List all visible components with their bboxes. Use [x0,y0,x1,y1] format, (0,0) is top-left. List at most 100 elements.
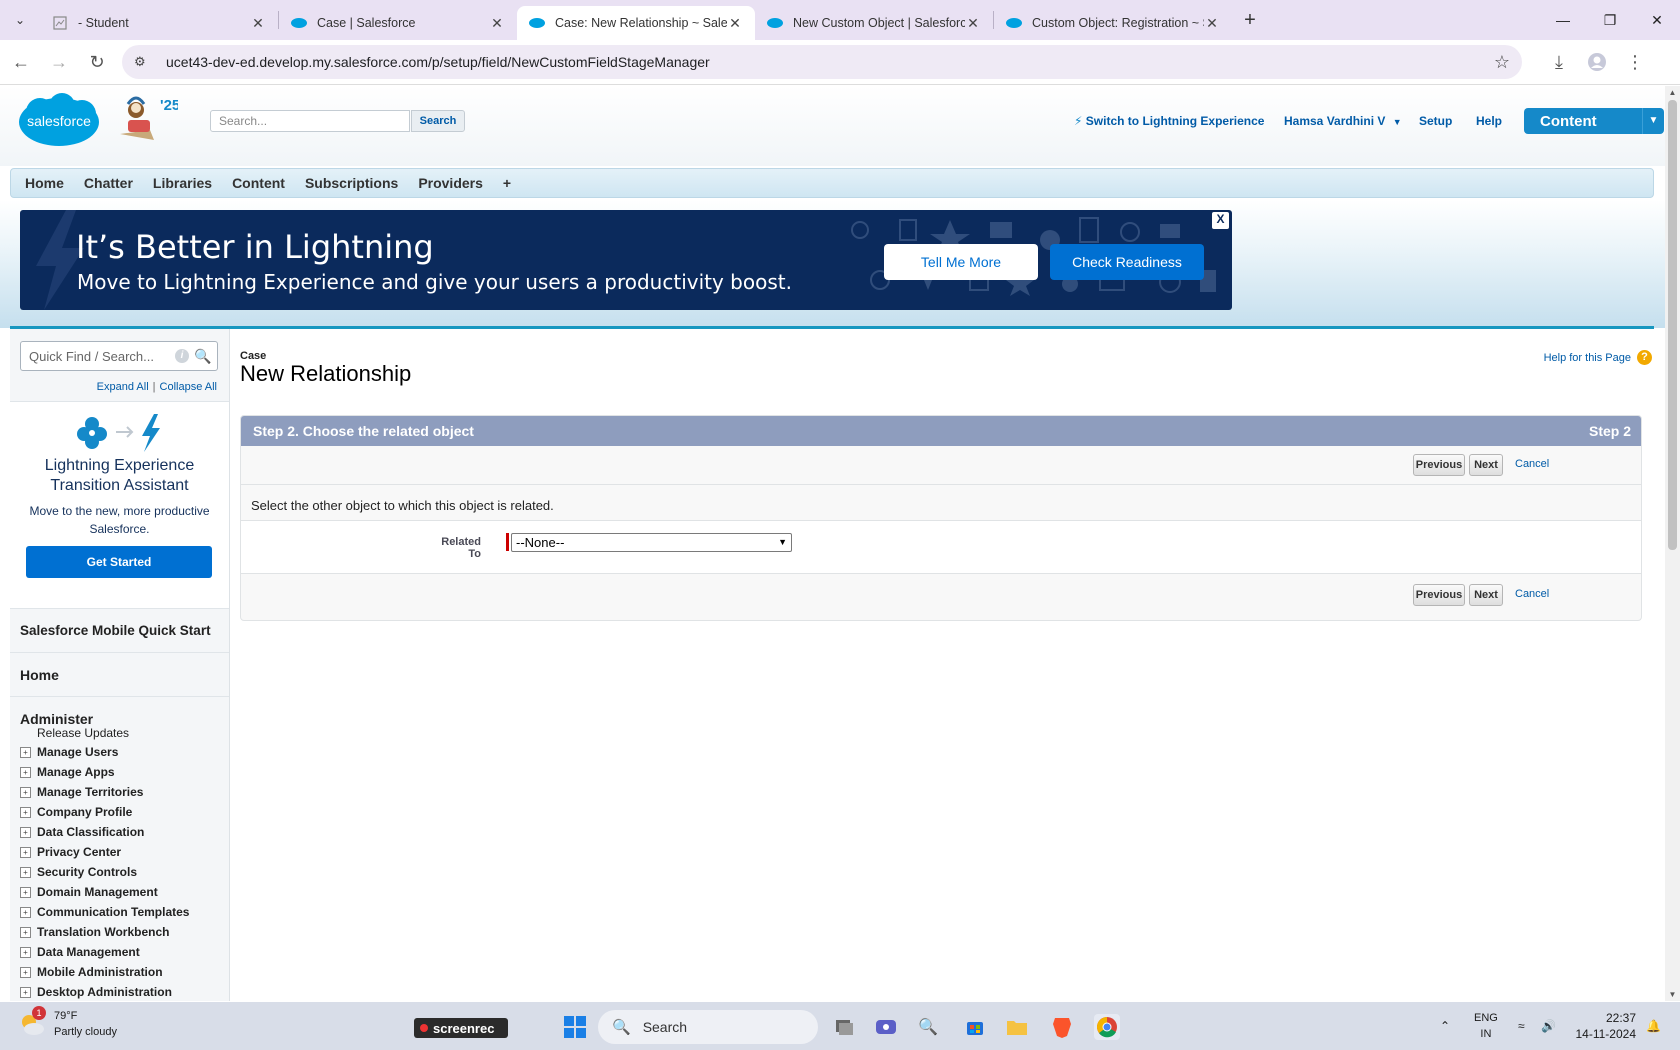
collapse-all-link[interactable]: Collapse All [160,381,217,393]
expand-plus-icon[interactable]: + [20,866,31,878]
sidebar-item-data-classification[interactable]: + Data Classification [20,825,144,839]
forward-icon[interactable]: → [42,45,76,79]
close-tab-icon[interactable]: ✕ [250,15,266,32]
download-icon[interactable]: ⤓ [1542,45,1576,79]
expand-plus-icon[interactable]: + [20,986,31,998]
search-icon[interactable]: 🔍 [189,348,217,365]
store-icon[interactable] [962,1014,988,1040]
profile-avatar-icon[interactable] [1580,45,1614,79]
mobile-quick-start-link[interactable]: Salesforce Mobile Quick Start [10,609,229,653]
get-started-button[interactable]: Get Started [26,546,212,578]
sidebar-item-desktop-administration[interactable]: + Desktop Administration [20,985,172,999]
expand-plus-icon[interactable]: + [20,926,31,938]
close-window-icon[interactable]: ✕ [1634,0,1680,40]
expand-plus-icon[interactable]: + [20,806,31,818]
tab-libraries[interactable]: Libraries [143,175,222,191]
browser-tab-case[interactable]: Case | Salesforce ✕ [279,6,517,40]
expand-plus-icon[interactable]: + [20,906,31,918]
new-tab-icon[interactable]: + [1232,9,1268,32]
previous-button-top[interactable]: Previous [1413,454,1465,476]
expand-plus-icon[interactable]: + [20,766,31,778]
expand-plus-icon[interactable]: + [20,826,31,838]
scroll-up-icon[interactable]: ▲ [1665,88,1680,97]
app-menu-button[interactable]: Content ▼ [1524,108,1664,134]
tab-home[interactable]: Home [11,175,74,191]
tell-me-more-button[interactable]: Tell Me More [884,244,1038,280]
expand-plus-icon[interactable]: + [20,966,31,978]
expand-plus-icon[interactable]: + [20,746,31,758]
quick-find-input[interactable]: Quick Find / Search... i 🔍 [20,341,218,371]
all-tabs-plus-icon[interactable]: + [493,175,521,191]
taskbar-search[interactable]: 🔍 Search [598,1010,818,1044]
expand-plus-icon[interactable]: + [20,846,31,858]
previous-button-bottom[interactable]: Previous [1413,584,1465,606]
next-button-bottom[interactable]: Next [1469,584,1503,606]
related-to-select[interactable]: --None-- ▼ [511,533,792,552]
volume-icon[interactable]: 🔊 [1541,1002,1556,1050]
system-clock[interactable]: 22:37 14-11-2024 [1572,1010,1637,1042]
show-hidden-icons[interactable]: ⌃ [1440,1002,1450,1050]
sidebar-home-link[interactable]: Home [10,653,229,697]
magnifier-tool-icon[interactable]: 🔍 [915,1014,941,1040]
sidebar-item-translation-workbench[interactable]: + Translation Workbench [20,925,169,939]
sidebar-item-privacy-center[interactable]: + Privacy Center [20,845,121,859]
global-search-input[interactable]: Search... [210,110,410,132]
global-search-button[interactable]: Search [411,110,465,132]
help-for-this-page-link[interactable]: Help for this Page ? [1544,350,1652,365]
browser-menu-icon[interactable]: ⋮ [1618,45,1652,79]
url-field[interactable]: ⚙ ucet43-dev-ed.develop.my.salesforce.co… [122,45,1522,79]
sidebar-item-company-profile[interactable]: + Company Profile [20,805,132,819]
language-indicator[interactable]: ENG IN [1474,1010,1498,1042]
scroll-down-icon[interactable]: ▼ [1665,990,1680,999]
info-icon[interactable]: i [175,349,189,363]
close-tab-icon[interactable]: ✕ [489,15,505,32]
check-readiness-button[interactable]: Check Readiness [1050,244,1204,280]
sidebar-item-manage-apps[interactable]: + Manage Apps [20,765,115,779]
sidebar-item-mobile-administration[interactable]: + Mobile Administration [20,965,163,979]
banner-close-icon[interactable]: X [1212,212,1229,229]
sidebar-item-manage-users[interactable]: + Manage Users [20,745,118,759]
browser-tab-student[interactable]: - Student ✕ [40,6,278,40]
back-icon[interactable]: ← [4,45,38,79]
restore-icon[interactable]: ❐ [1587,0,1633,40]
brave-browser-icon[interactable] [1049,1014,1075,1040]
expand-plus-icon[interactable]: + [20,946,31,958]
notification-bell-icon[interactable]: 🔔 [1646,1002,1661,1050]
tab-providers[interactable]: Providers [408,175,493,191]
reload-icon[interactable]: ↻ [80,45,114,79]
sidebar-item-communication-templates[interactable]: + Communication Templates [20,905,189,919]
cancel-link-bottom[interactable]: Cancel [1515,588,1549,600]
tab-chatter[interactable]: Chatter [74,175,143,191]
tab-subscriptions[interactable]: Subscriptions [295,175,408,191]
tab-search-dropdown-icon[interactable]: ⌄ [0,0,40,40]
close-tab-icon[interactable]: ✕ [727,15,743,32]
site-settings-icon[interactable]: ⚙ [134,54,154,70]
expand-plus-icon[interactable]: + [20,786,31,798]
bookmark-star-icon[interactable]: ☆ [1494,52,1510,73]
switch-lightning-link[interactable]: ⚡ Switch to Lightning Experience [1074,114,1264,128]
browser-tab-new-relationship[interactable]: Case: New Relationship ~ Salesf ✕ [517,6,755,40]
help-link[interactable]: Help [1476,114,1502,128]
scrollbar-thumb[interactable] [1668,100,1677,550]
release-updates-link[interactable]: Release Updates [37,726,129,740]
browser-tab-custom-object-registration[interactable]: Custom Object: Registration ~ S ✕ [994,6,1232,40]
close-tab-icon[interactable]: ✕ [1204,15,1220,32]
salesforce-logo[interactable]: salesforce [18,92,100,148]
browser-tab-new-custom-object[interactable]: New Custom Object | Salesforce ✕ [755,6,993,40]
tab-content[interactable]: Content [222,175,295,191]
file-explorer-icon[interactable] [1004,1014,1030,1040]
sidebar-item-data-management[interactable]: + Data Management [20,945,140,959]
task-view-icon[interactable] [831,1014,857,1040]
windows-start-icon[interactable] [562,1014,588,1040]
wifi-icon[interactable]: ≈ [1518,1002,1525,1050]
user-menu[interactable]: Hamsa Vardhini V ▼ [1284,114,1402,128]
sidebar-item-domain-management[interactable]: + Domain Management [20,885,158,899]
meet-video-icon[interactable] [873,1014,899,1040]
sidebar-item-manage-territories[interactable]: + Manage Territories [20,785,143,799]
cancel-link-top[interactable]: Cancel [1515,458,1549,470]
setup-link[interactable]: Setup [1419,114,1452,128]
screenrec-indicator[interactable]: screenrec [414,1018,508,1038]
page-scrollbar[interactable]: ▲ ▼ [1665,86,1680,1001]
expand-all-link[interactable]: Expand All [97,381,149,393]
sidebar-item-security-controls[interactable]: + Security Controls [20,865,137,879]
